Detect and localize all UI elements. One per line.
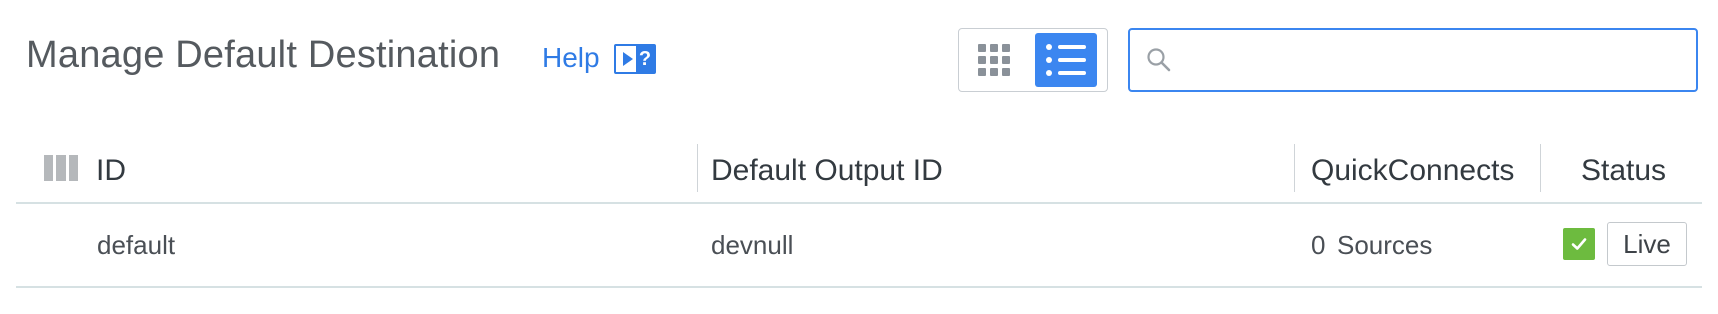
column-header-quickconnects[interactable]: QuickConnects (1311, 140, 1514, 202)
column-divider (697, 144, 698, 192)
table-header: ID Default Output ID QuickConnects Statu… (16, 140, 1702, 204)
help-link[interactable]: Help (542, 42, 600, 74)
search-box (1128, 28, 1698, 92)
checkmark-icon (1571, 238, 1587, 250)
column-divider (1294, 144, 1295, 192)
question-mark-icon: ? (636, 46, 654, 72)
row-id: default (97, 229, 176, 260)
column-header-status[interactable]: Status (1581, 140, 1666, 202)
play-icon (616, 46, 636, 72)
grid-view-button[interactable] (963, 33, 1025, 87)
search-input[interactable] (1186, 36, 1690, 86)
column-header-default-output-id[interactable]: Default Output ID (711, 140, 943, 202)
column-header-id[interactable]: ID (96, 140, 126, 202)
status-check-badge (1563, 228, 1595, 260)
row-quickconnects-count: 0 (1311, 229, 1326, 260)
page-title: Manage Default Destination (26, 34, 501, 76)
column-divider (1540, 144, 1541, 192)
live-status-button[interactable]: Live (1607, 222, 1687, 266)
table-row[interactable]: default devnull 0 Sources Live (16, 204, 1702, 288)
row-default-output-id: devnull (711, 229, 794, 260)
grid-icon (978, 44, 1010, 76)
help-video-icon[interactable]: ? (614, 44, 656, 74)
destinations-table: ID Default Output ID QuickConnects Statu… (16, 140, 1702, 288)
view-toggle (958, 28, 1108, 92)
row-quickconnects-unit[interactable]: Sources (1337, 204, 1432, 286)
columns-icon[interactable] (44, 155, 78, 181)
search-icon (1147, 48, 1171, 72)
list-view-button[interactable] (1035, 33, 1097, 87)
list-icon (1046, 44, 1086, 76)
